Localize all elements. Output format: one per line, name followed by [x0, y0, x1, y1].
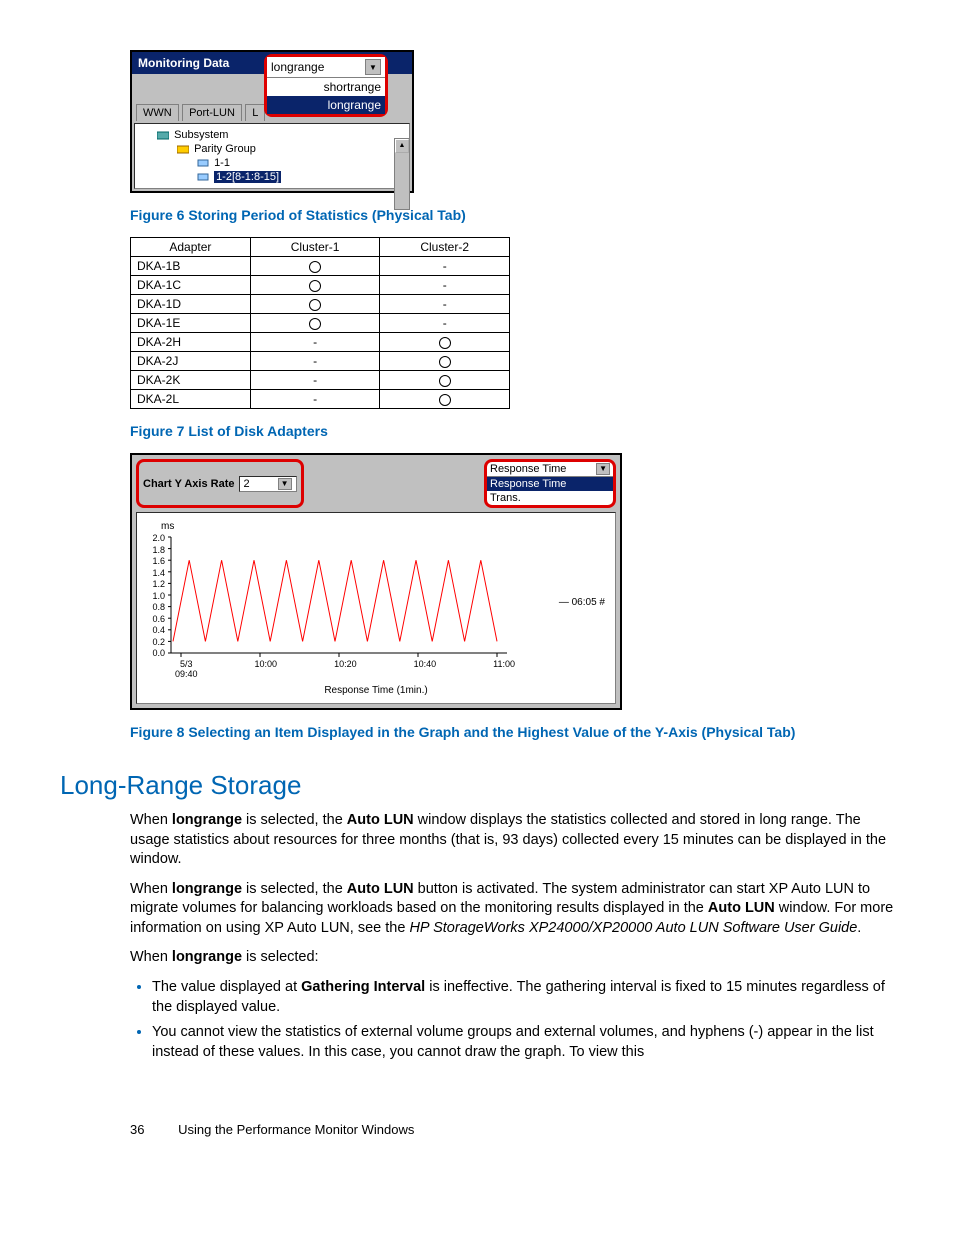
chevron-down-icon[interactable]: ▼ — [278, 478, 292, 490]
table-row: DKA-1E- — [131, 314, 510, 333]
y-axis-rate-label: Chart Y Axis Rate — [143, 478, 235, 490]
disk-adapters-table: Adapter Cluster-1 Cluster-2 DKA-1B-DKA-1… — [130, 237, 510, 409]
y-axis-rate-control[interactable]: Chart Y Axis Rate 2 ▼ — [136, 459, 304, 508]
chevron-down-icon[interactable]: ▼ — [365, 59, 381, 75]
bullet-gathering-interval: The value displayed at Gathering Interva… — [152, 978, 894, 1017]
table-row: DKA-1D- — [131, 295, 510, 314]
titlebar-label: Monitoring Data — [138, 56, 229, 70]
table-row: DKA-2J- — [131, 352, 510, 371]
y-axis-rate-value: 2 — [244, 478, 250, 490]
table-row: DKA-1B- — [131, 257, 510, 276]
page-footer: 36 Using the Performance Monitor Windows — [130, 1122, 894, 1137]
metric-option-trans[interactable]: Trans. — [487, 491, 613, 505]
tab-port-lun[interactable]: Port-LUN — [182, 104, 242, 121]
col-cluster-1: Cluster-1 — [250, 238, 380, 257]
bullet-external-volumes: You cannot view the statistics of extern… — [152, 1023, 894, 1062]
tree-group-label: Parity Group — [194, 143, 256, 155]
figure-8-caption: Figure 8 Selecting an Item Displayed in … — [130, 724, 894, 740]
volume-icon — [197, 172, 209, 182]
col-adapter: Adapter — [131, 238, 251, 257]
chart-legend: — 06:05 # — [559, 597, 605, 608]
metric-dropdown[interactable]: Response Time ▼ Response Time Trans. — [484, 459, 616, 508]
subsystem-icon — [157, 130, 169, 140]
figure-6-screenshot: Monitoring Data longrange ▼ shortrange l… — [130, 50, 894, 193]
col-cluster-2: Cluster-2 — [380, 238, 510, 257]
chart-x-ticks: 5/309:4010:0010:2010:4011:00 — [175, 659, 515, 679]
table-row: DKA-2K- — [131, 371, 510, 390]
tree-scrollbar[interactable]: ▲ — [394, 138, 410, 210]
folder-icon — [177, 144, 189, 154]
chart-title: Response Time (1min.) — [137, 685, 615, 696]
chart-svg — [137, 513, 607, 673]
table-row: DKA-2L- — [131, 390, 510, 409]
response-time-chart: ms 2.01.81.61.41.21.00.80.60.40.20.0 — 0… — [136, 512, 616, 704]
metric-option-response-time[interactable]: Response Time — [487, 477, 613, 491]
volume-icon — [197, 158, 209, 168]
tab-wwn[interactable]: WWN — [136, 104, 179, 121]
storing-period-dropdown[interactable]: longrange ▼ shortrange longrange — [264, 54, 388, 117]
legend-line-icon: — — [559, 597, 569, 608]
table-row: DKA-2H- — [131, 333, 510, 352]
dropdown-option-longrange[interactable]: longrange — [267, 96, 385, 114]
legend-series-label: 06:05 # — [572, 597, 605, 608]
scroll-up-icon[interactable]: ▲ — [395, 139, 409, 153]
tab-extra[interactable]: L — [245, 104, 265, 121]
page-number: 36 — [130, 1122, 144, 1137]
chevron-down-icon[interactable]: ▼ — [596, 463, 610, 475]
dropdown-selected-value: longrange — [271, 60, 324, 74]
figure-6-caption: Figure 6 Storing Period of Statistics (P… — [130, 207, 894, 223]
subsystem-tree[interactable]: Subsystem Parity Group 1-1 1-2[8-1:8-15] — [134, 123, 410, 189]
tree-root-label: Subsystem — [174, 129, 228, 141]
figure-7-caption: Figure 7 List of Disk Adapters — [130, 423, 894, 439]
body-text: When longrange is selected, the Auto LUN… — [130, 811, 894, 1062]
metric-selected-value: Response Time — [490, 463, 566, 475]
table-row: DKA-1C- — [131, 276, 510, 295]
tree-leaf-selected[interactable]: 1-2[8-1:8-15] — [214, 171, 281, 183]
section-heading: Long-Range Storage — [60, 770, 894, 801]
footer-chapter-title: Using the Performance Monitor Windows — [178, 1122, 414, 1137]
figure-8-screenshot: Chart Y Axis Rate 2 ▼ Response Time ▼ Re… — [130, 453, 622, 710]
tree-leaf-1-1[interactable]: 1-1 — [214, 157, 230, 169]
dropdown-option-shortrange[interactable]: shortrange — [267, 78, 385, 96]
